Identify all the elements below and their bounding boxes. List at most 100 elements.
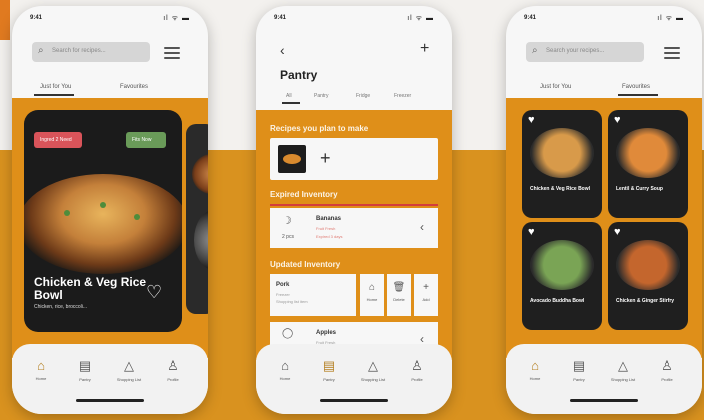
recipe-subtitle: Chicken, rice, broccoli... (34, 304, 88, 310)
phone-favourites: 9:41 ıl ᯤ ▬ ⌕ Search your recipes... Jus… (506, 6, 702, 414)
bottom-nav: ⌂ Home ▤ Pantry △ Shopping List ♙ Profil… (506, 344, 702, 414)
search-input[interactable]: ⌕ Search your recipes... (526, 42, 644, 62)
item-expiry: Expired 3 days (316, 234, 343, 239)
home-icon: ⌂ (281, 358, 289, 373)
trash-icon: 🗑 (392, 282, 406, 293)
pantry-icon: ▤ (322, 358, 336, 373)
home-action-button[interactable]: ⌂ Home (360, 274, 384, 316)
page-title: Pantry (280, 68, 318, 82)
tab-favourites[interactable]: Favourites (120, 84, 148, 90)
tab-pantry[interactable]: Pantry (314, 93, 328, 99)
status-time: 9:41 (274, 15, 287, 21)
heart-filled-icon[interactable]: ♥ (614, 114, 621, 126)
bottom-nav: ⌂ Home ▤ Pantry △ Shopping List ♙ Profil… (256, 344, 452, 414)
add-recipe-icon[interactable]: + (320, 148, 331, 169)
apple-icon: ◯ (282, 328, 294, 339)
shopping-bag-icon: △ (368, 358, 378, 373)
phone-pantry: 9:41 ıl ᯤ ▬ ‹ + Pantry All Pantry Fridge… (256, 6, 452, 414)
home-indicator (570, 399, 638, 402)
search-input[interactable]: ⌕ Search for recipes... (32, 42, 150, 62)
profile-icon: ♙ (167, 358, 179, 373)
tab-favourites[interactable]: Favourites (622, 84, 650, 90)
heart-filled-icon[interactable]: ♥ (528, 114, 535, 126)
add-action-button[interactable]: + Add (414, 274, 438, 316)
tab-all[interactable]: All (286, 93, 292, 99)
recipe-card-hero[interactable]: Ingred 2 Need Fits Now Chicken & Veg Ric… (24, 110, 182, 332)
home-indicator (76, 399, 144, 402)
dish-image (616, 128, 680, 178)
tab-just-for-you[interactable]: Just for You (40, 84, 71, 90)
nav-home[interactable]: ⌂ Home (24, 358, 58, 381)
nav-home[interactable]: ⌂ Home (518, 358, 552, 381)
search-placeholder: Search for recipes... (52, 48, 106, 54)
section-title-updated: Updated Inventory (270, 260, 341, 269)
planned-recipe-card[interactable]: + (270, 138, 438, 180)
item-name: Pork (276, 282, 290, 288)
recipe-thumbnail (278, 145, 306, 173)
heart-icon[interactable]: ♡ (146, 282, 162, 303)
favourite-card[interactable]: ♥ Avocado Buddha Bowl (522, 222, 602, 330)
nav-pantry[interactable]: ▤ Pantry (68, 358, 102, 382)
recipe-caption: Chicken & Ginger Stirfry (616, 298, 675, 304)
home-icon: ⌂ (368, 282, 376, 293)
dish-image (530, 240, 594, 290)
filter-icon[interactable] (664, 44, 680, 60)
home-icon: ⌂ (531, 358, 539, 373)
signal-icon: ıl ᯤ ▬ (407, 15, 434, 22)
heart-filled-icon[interactable]: ♥ (528, 226, 535, 238)
item-name: Bananas (316, 216, 342, 222)
dish-image (530, 128, 594, 178)
item-location: Freezer (276, 292, 290, 297)
dish-image (24, 174, 182, 274)
signal-icon: ıl ᯤ ▬ (163, 15, 190, 22)
shopping-bag-icon: △ (124, 358, 134, 373)
nav-shopping-list[interactable]: △ Shopping List (112, 358, 146, 382)
recipe-card-next[interactable] (186, 124, 208, 314)
nav-shopping-list[interactable]: △ Shopping List (356, 358, 390, 382)
item-category: Fruit Fresh (316, 226, 336, 231)
tab-underline (282, 102, 300, 104)
tab-just-for-you[interactable]: Just for You (540, 84, 571, 90)
nav-home[interactable]: ⌂ Home (268, 358, 302, 381)
signal-icon: ıl ᯤ ▬ (657, 15, 684, 22)
banana-icon: ☽ (282, 215, 292, 227)
nav-pantry[interactable]: ▤ Pantry (312, 358, 346, 382)
nav-shopping-list[interactable]: △ Shopping List (606, 358, 640, 382)
search-placeholder: Search your recipes... (546, 48, 605, 54)
plus-icon: + (423, 282, 429, 293)
chevron-left-icon[interactable]: ‹ (420, 220, 424, 234)
profile-icon: ♙ (411, 358, 423, 373)
tab-underline (618, 94, 658, 96)
dish-image (616, 240, 680, 290)
filter-icon[interactable] (164, 44, 180, 60)
add-icon[interactable]: + (420, 40, 429, 58)
recipe-caption: Lentil & Curry Soup (616, 186, 663, 192)
back-icon[interactable]: ‹ (280, 42, 285, 58)
ingredients-needed-badge: Ingred 2 Need (34, 132, 82, 148)
item-name: Apples (316, 330, 337, 336)
shopping-bag-icon: △ (618, 358, 628, 373)
favourite-card[interactable]: ♥ Chicken & Veg Rice Bowl (522, 110, 602, 218)
search-icon: ⌕ (532, 45, 538, 56)
status-bar: 9:41 ıl ᯤ ▬ (506, 6, 702, 28)
fits-badge: Fits Now (126, 132, 166, 148)
expired-item-card[interactable]: ☽ 2 pcs Bananas Fruit Fresh Expired 3 da… (270, 208, 438, 248)
nav-pantry[interactable]: ▤ Pantry (562, 358, 596, 382)
favourite-card[interactable]: ♥ Chicken & Ginger Stirfry (608, 222, 688, 330)
tab-freezer[interactable]: Freezer (394, 93, 411, 99)
home-indicator (320, 399, 388, 402)
favourite-card[interactable]: ♥ Lentil & Curry Soup (608, 110, 688, 218)
profile-icon: ♙ (661, 358, 673, 373)
pantry-icon: ▤ (572, 358, 586, 373)
nav-profile[interactable]: ♙ Profile (650, 358, 684, 382)
expired-divider (270, 204, 438, 206)
delete-action-button[interactable]: 🗑 Delete (387, 274, 411, 316)
updated-item-card[interactable]: Pork Freezer Shopping list item (270, 274, 356, 316)
nav-profile[interactable]: ♙ Profile (400, 358, 434, 382)
nav-profile[interactable]: ♙ Profile (156, 358, 190, 382)
status-time: 9:41 (30, 15, 43, 21)
section-title-plan: Recipes you plan to make (270, 124, 369, 133)
status-bar: 9:41 ıl ᯤ ▬ (12, 6, 208, 28)
tab-fridge[interactable]: Fridge (356, 93, 370, 99)
heart-filled-icon[interactable]: ♥ (614, 226, 621, 238)
